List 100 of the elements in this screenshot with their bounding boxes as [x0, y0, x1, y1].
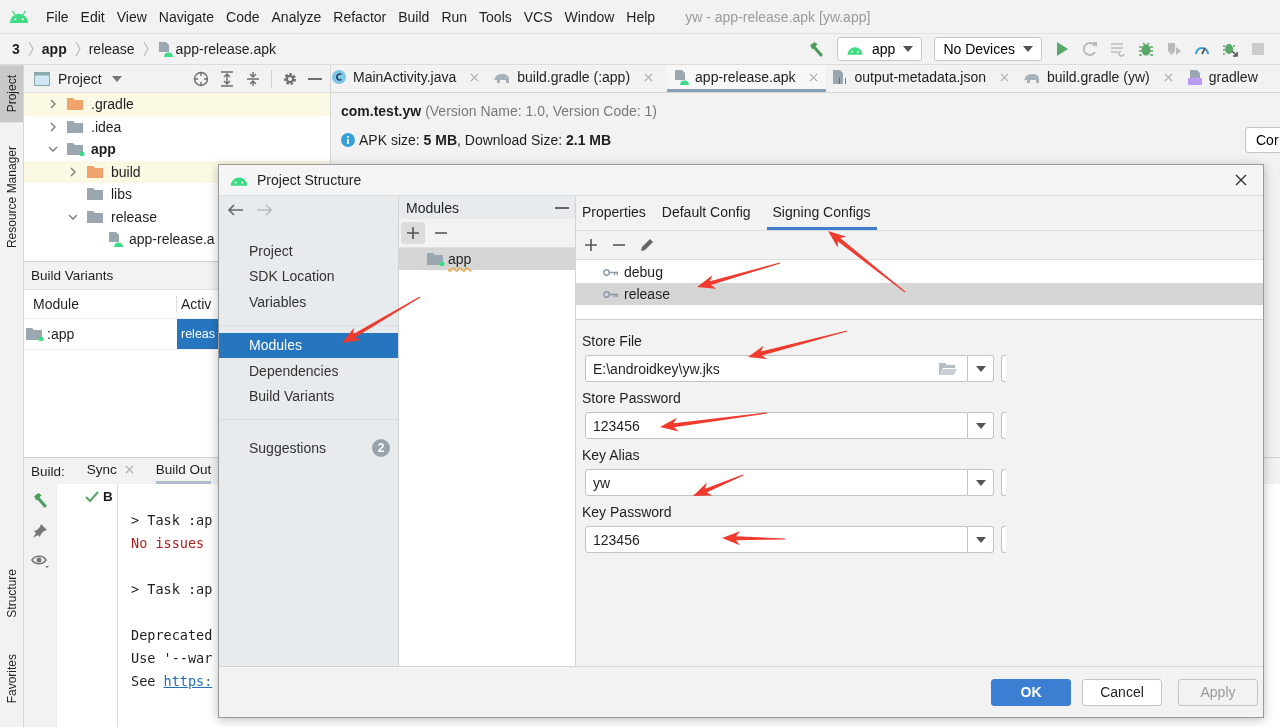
tree-item[interactable]: libs [111, 186, 132, 203]
chevron-right-icon[interactable] [68, 166, 78, 177]
nav-item[interactable]: Suggestions 2 [219, 435, 398, 461]
menu-item[interactable]: Navigate [152, 8, 221, 25]
close-icon[interactable] [1235, 174, 1247, 186]
add-button[interactable] [401, 222, 425, 244]
breadcrumb[interactable]: app-release.apk [156, 41, 276, 57]
tool-window-button[interactable]: Structure [0, 558, 23, 628]
list-item[interactable]: app [448, 251, 472, 267]
folder-icon [87, 164, 105, 179]
key-icon [603, 267, 619, 277]
console-line: See https: [131, 673, 213, 691]
editor-tab[interactable]: output-metadata.json [832, 65, 1017, 92]
input-field[interactable]: E:\androidkey\yw.jks [585, 355, 968, 382]
editor-tab[interactable]: build.gradle (yw) [1023, 65, 1181, 92]
run-configuration-dropdown[interactable]: app [837, 37, 923, 61]
tree-item[interactable]: build [111, 163, 141, 180]
dialog-button[interactable]: Cancel [1082, 678, 1162, 706]
window-title: yw - app-release.apk [yw.app] [685, 8, 871, 25]
chevron-right-icon[interactable] [48, 99, 58, 110]
minimize-icon[interactable] [555, 206, 569, 209]
dropdown-button[interactable] [968, 412, 994, 439]
locate-icon[interactable] [193, 70, 209, 87]
folder-icon [67, 97, 85, 112]
menu-item[interactable]: Window [558, 8, 621, 25]
nav-item[interactable]: Variables [219, 289, 398, 315]
bug-icon[interactable] [1138, 41, 1154, 57]
field-label: Store File [582, 332, 642, 351]
dropdown-button[interactable] [968, 355, 994, 382]
chevron-right-icon[interactable] [48, 121, 58, 132]
dropdown-button[interactable] [968, 469, 994, 496]
console-line: Deprecated [131, 627, 213, 645]
caret-icon [975, 365, 986, 372]
tool-window-button[interactable]: Favorites [0, 643, 23, 713]
editor-tab[interactable]: app-release.apk [667, 65, 827, 92]
run-icon[interactable] [1054, 41, 1070, 57]
editor-tab[interactable]: gradlew [1186, 65, 1266, 92]
menu-item[interactable]: VCS [517, 8, 559, 25]
tab[interactable]: Default Config [661, 196, 757, 230]
eye-icon[interactable] [31, 553, 49, 569]
menu-item[interactable]: Code [220, 8, 266, 25]
menu-item[interactable]: Help [620, 8, 662, 25]
nav-item[interactable]: Modules [219, 332, 398, 358]
tab[interactable]: Properties [582, 196, 652, 230]
nav-item[interactable]: Project [219, 238, 398, 264]
attach-debugger-icon[interactable] [1222, 41, 1238, 57]
breadcrumb[interactable]: release [88, 41, 135, 57]
list-item[interactable]: release [624, 286, 670, 302]
compare-button[interactable]: Cor [1245, 127, 1280, 153]
tree-item[interactable]: app [91, 141, 116, 158]
tool-window-button[interactable]: Project [0, 65, 23, 123]
menu-item[interactable]: Tools [473, 8, 518, 25]
menu-item[interactable]: Run [435, 8, 474, 25]
folder-icon [87, 209, 105, 224]
chevron-icon [142, 41, 149, 57]
hammer-icon[interactable] [808, 40, 826, 58]
editor-tab[interactable]: MainActivity.java [331, 65, 488, 92]
tree-item[interactable]: release [111, 208, 157, 225]
breadcrumb[interactable]: app [41, 41, 67, 57]
editor-tab[interactable]: build.gradle (:app) [493, 65, 662, 92]
input-field[interactable]: 123456 [585, 526, 968, 553]
input-field[interactable]: yw [585, 469, 968, 496]
count-badge: 2 [372, 438, 390, 457]
caret-icon[interactable] [111, 75, 122, 82]
menu-item[interactable]: Refactor [327, 8, 393, 25]
back-arrow-icon[interactable] [228, 204, 244, 216]
menu-item[interactable]: View [110, 8, 153, 25]
link[interactable]: https: [163, 673, 213, 689]
module-folder-icon [67, 142, 85, 157]
nav-item[interactable]: Build Variants [219, 383, 398, 409]
breadcrumb[interactable]: 3 [12, 41, 20, 57]
menu-item[interactable]: Build [392, 8, 436, 25]
tab[interactable]: Signing Configs [766, 196, 877, 230]
folder-icon [87, 187, 105, 202]
tree-item[interactable]: B [103, 489, 113, 504]
tree-item[interactable]: .gradle [91, 96, 134, 113]
tree-item[interactable]: .idea [91, 118, 122, 135]
panel-title[interactable]: Project [58, 70, 102, 87]
device-dropdown[interactable]: No Devices [934, 37, 1042, 61]
tool-window-button[interactable]: Resource Manager [0, 136, 23, 259]
panel-tab[interactable]: Sync [86, 458, 134, 484]
menu-item[interactable]: File [40, 8, 75, 25]
input-field[interactable]: 123456 [585, 412, 968, 439]
json-file-icon [832, 69, 849, 85]
list-item[interactable]: debug [624, 264, 663, 280]
column-header[interactable]: Module [24, 296, 177, 312]
tree-item[interactable]: app-release.a [129, 231, 215, 248]
hammer-icon[interactable] [31, 492, 49, 509]
menu-item[interactable]: Analyze [265, 8, 328, 25]
expand-all-icon[interactable] [219, 70, 235, 87]
collapse-all-icon[interactable] [245, 70, 261, 87]
hide-icon[interactable] [308, 77, 322, 80]
panel-tab[interactable]: Build Out [155, 458, 212, 484]
dropdown-button[interactable] [968, 526, 994, 553]
annotation-arrow [722, 531, 785, 546]
nav-item[interactable]: Dependencies [219, 358, 398, 384]
menu-item[interactable]: Edit [74, 8, 111, 25]
pin-icon[interactable] [32, 523, 48, 539]
dialog-button[interactable]: OK [991, 678, 1071, 706]
settings-icon[interactable] [282, 70, 298, 87]
